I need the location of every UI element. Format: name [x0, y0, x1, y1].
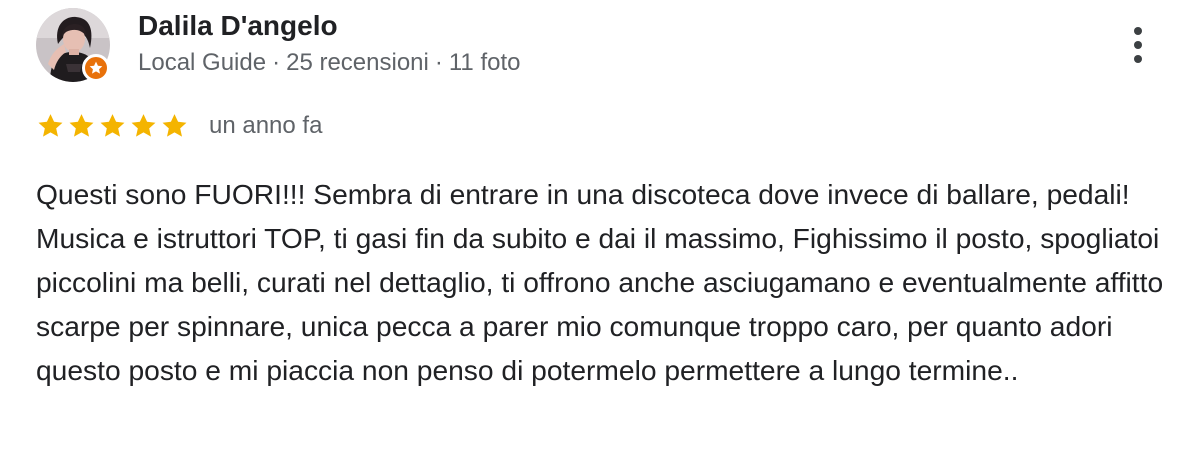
meta-separator: · — [272, 49, 281, 76]
avatar[interactable] — [36, 8, 110, 82]
local-guide-label: Local Guide — [138, 49, 267, 76]
star-icon — [69, 113, 94, 137]
reviewer-meta: Local Guide · 25 recensioni · 11 foto — [138, 49, 520, 77]
star-icon — [162, 113, 187, 137]
star-icon — [100, 113, 125, 137]
star-icon — [38, 113, 63, 137]
more-vertical-icon — [1134, 41, 1142, 49]
local-guide-badge — [82, 54, 110, 82]
reviews-count: 25 recensioni — [286, 49, 429, 76]
review-date: un anno fa — [209, 112, 323, 139]
review-card: Dalila D'angelo Local Guide · 25 recension… — [0, 0, 1200, 470]
more-options-button[interactable] — [1118, 20, 1158, 70]
review-text: Questi sono FUORI!!! Sembra di entrare i… — [36, 178, 1164, 386]
star-icon — [131, 113, 156, 137]
photos-count: 11 foto — [448, 49, 521, 76]
local-guide-star-icon — [89, 61, 103, 74]
star-rating — [36, 112, 189, 141]
rating-row: un anno fa — [36, 110, 322, 142]
more-vertical-icon — [1134, 27, 1142, 35]
more-vertical-icon — [1134, 55, 1142, 63]
reviewer-name[interactable]: Dalila D'angelo — [138, 10, 338, 42]
meta-separator: · — [434, 49, 443, 76]
